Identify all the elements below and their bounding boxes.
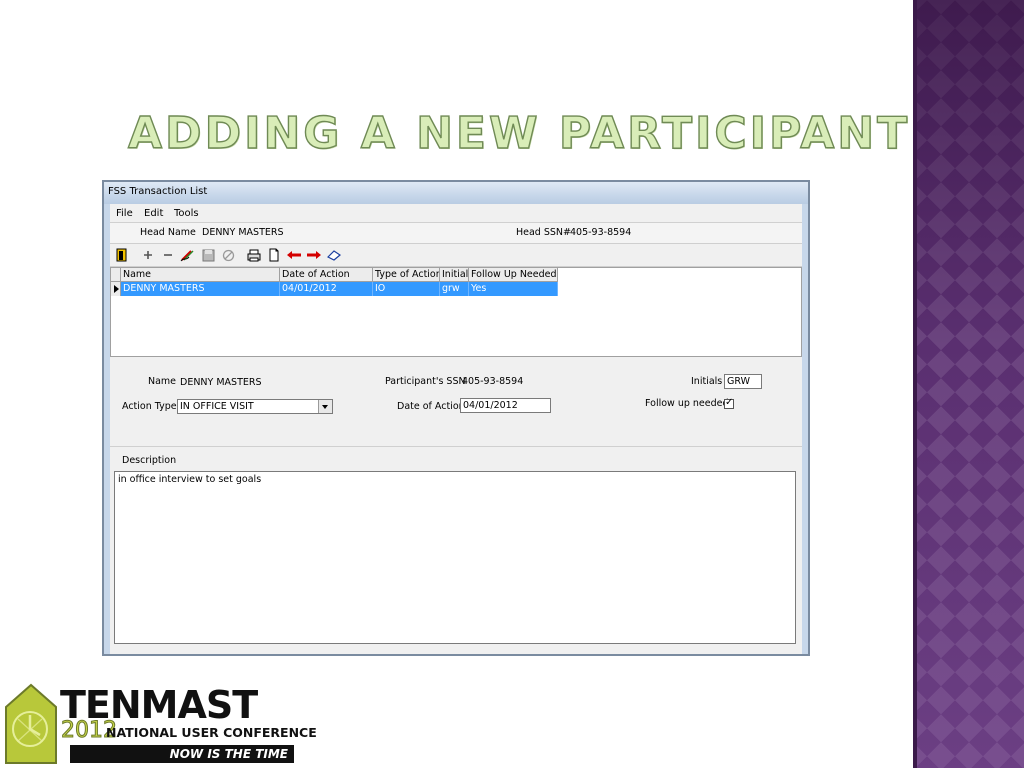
forward-arrow-icon[interactable] [306, 247, 322, 263]
row-selector-icon [111, 282, 121, 296]
remove-icon[interactable] [160, 247, 176, 263]
column-header-name[interactable]: Name [121, 268, 280, 282]
save-icon[interactable] [200, 247, 216, 263]
window-frame-right [802, 204, 808, 654]
description-textarea[interactable]: in office interview to set goals [114, 471, 796, 644]
cancel-icon[interactable] [220, 247, 236, 263]
new-document-icon[interactable] [266, 247, 282, 263]
name-label: Name [148, 376, 177, 387]
head-info-bar: Head Name DENNY MASTERS Head SSN# 405-93… [110, 223, 802, 244]
head-ssn-value: 405-93-8594 [570, 227, 632, 238]
detail-panel: Name DENNY MASTERS Participant's SSN 405… [110, 357, 802, 445]
cell-follow-up[interactable]: Yes [469, 282, 558, 296]
initials-label: Initials [691, 376, 723, 387]
head-ssn-label: Head SSN# [516, 227, 571, 238]
head-name-value: DENNY MASTERS [202, 227, 284, 238]
column-header-date[interactable]: Date of Action [280, 268, 373, 282]
column-header-type[interactable]: Type of Action [373, 268, 440, 282]
column-header-initials[interactable]: Initials [440, 268, 469, 282]
tenmast-logo: TENMAST 2012 NATIONAL USER CONFERENCE NO… [4, 683, 317, 765]
back-arrow-icon[interactable] [286, 247, 302, 263]
conference-badge-icon [5, 683, 57, 764]
follow-up-checkbox[interactable] [724, 397, 734, 409]
cell-initials[interactable]: grw [440, 282, 469, 296]
exit-icon[interactable] [114, 247, 130, 263]
date-of-action-label: Date of Action [397, 401, 465, 412]
decorative-side-band [913, 0, 1024, 768]
menu-edit[interactable]: Edit [144, 208, 163, 219]
action-type-label: Action Type [122, 401, 177, 412]
participant-ssn-label: Participant's SSN [385, 376, 466, 387]
menu-bar: File Edit Tools [110, 206, 802, 223]
action-type-value: IN OFFICE VISIT [180, 401, 254, 412]
description-label: Description [122, 455, 177, 466]
cell-type[interactable]: IO [373, 282, 440, 296]
add-icon[interactable] [140, 247, 156, 263]
print-icon[interactable] [246, 247, 262, 263]
menu-tools[interactable]: Tools [174, 208, 199, 219]
menu-file[interactable]: File [116, 208, 133, 219]
date-of-action-field[interactable]: 04/01/2012 [460, 398, 551, 413]
cell-date[interactable]: 04/01/2012 [280, 282, 373, 296]
logo-subtitle: NATIONAL USER CONFERENCE [106, 725, 317, 740]
slide-title: Adding a New Participant [127, 107, 911, 159]
action-type-select[interactable]: IN OFFICE VISIT [177, 399, 333, 414]
column-header-follow-up[interactable]: Follow Up Needed [469, 268, 558, 282]
window-client: File Edit Tools Head Name DENNY MASTERS … [110, 204, 802, 650]
initials-field[interactable]: GRW [724, 374, 762, 389]
head-name-label: Head Name [140, 227, 196, 238]
follow-up-label: Follow up needed [645, 398, 729, 409]
transaction-grid: Name Date of Action Type of Action Initi… [110, 267, 802, 357]
toolbar [110, 244, 802, 267]
logo-tagline: NOW IS THE TIME [70, 745, 294, 763]
name-value: DENNY MASTERS [180, 377, 262, 388]
chevron-down-icon[interactable] [318, 400, 332, 413]
fss-transaction-window: FSS Transaction List File Edit Tools Hea… [102, 180, 810, 656]
grid-corner [111, 268, 121, 282]
edit-icon[interactable] [180, 247, 196, 263]
description-panel: Description in office interview to set g… [110, 446, 802, 650]
window-titlebar[interactable]: FSS Transaction List [104, 182, 808, 205]
eraser-icon[interactable] [326, 247, 342, 263]
window-title: FSS Transaction List [108, 186, 208, 197]
cell-name[interactable]: DENNY MASTERS [121, 282, 280, 296]
participant-ssn-value: 405-93-8594 [462, 376, 524, 387]
